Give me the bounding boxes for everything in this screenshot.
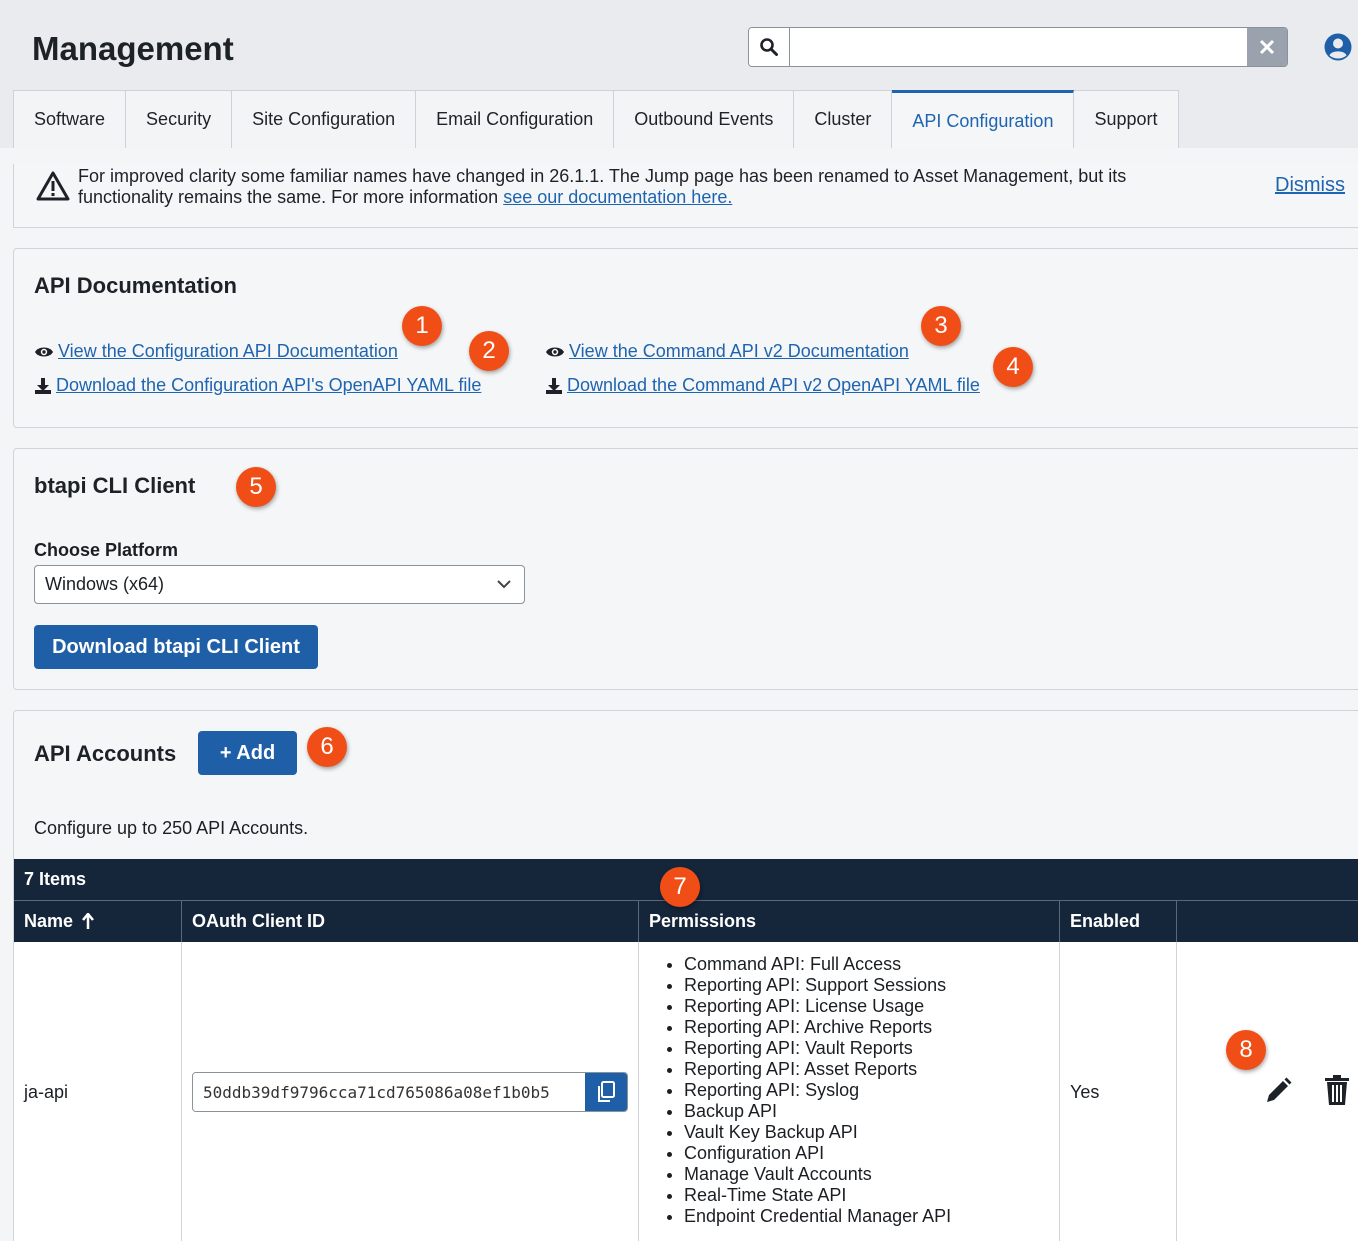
tab-software[interactable]: Software (13, 90, 127, 149)
search-input[interactable] (790, 28, 1247, 66)
tab-bar: Software Security Site Configuration Ema… (13, 90, 1179, 149)
search-icon (760, 38, 778, 56)
download-config-yaml-link[interactable]: Download the Configuration API's OpenAPI… (34, 375, 481, 396)
eye-icon (35, 347, 53, 356)
list-item: Reporting API: Vault Reports (684, 1038, 951, 1059)
list-item: Real-Time State API (684, 1185, 951, 1206)
download-icon (35, 377, 51, 394)
search-button[interactable] (749, 28, 790, 66)
callout-badge-4: 4 (993, 347, 1033, 387)
list-item: Command API: Full Access (684, 954, 951, 975)
delete-trash-icon[interactable] (1324, 1074, 1350, 1106)
view-config-api-doc-label: View the Configuration API Documentation (58, 341, 398, 361)
view-config-api-doc-link[interactable]: View the Configuration API Documentation (34, 341, 398, 362)
eye-icon (546, 347, 564, 356)
permissions-cell: Command API: Full Access Reporting API: … (639, 942, 1060, 1241)
copy-client-id-button[interactable] (585, 1073, 627, 1111)
platform-select-value: Windows (x64) (45, 574, 165, 594)
tab-cluster[interactable]: Cluster (794, 90, 893, 149)
client-id-field (192, 1072, 628, 1112)
callout-badge-6: 6 (307, 727, 347, 767)
download-command-yaml-label: Download the Command API v2 OpenAPI YAML… (567, 375, 980, 395)
close-icon (1259, 39, 1275, 55)
client-id-cell (182, 942, 639, 1241)
tab-security[interactable]: Security (126, 90, 233, 149)
user-avatar-icon[interactable] (1323, 32, 1353, 62)
callout-badge-8: 8 (1226, 1030, 1266, 1070)
page-title: Management (32, 30, 234, 67)
tab-outbound-events[interactable]: Outbound Events (614, 90, 795, 149)
list-item: Endpoint Credential Manager API (684, 1206, 951, 1227)
chevron-down-icon (497, 580, 511, 589)
notice-banner: For improved clarity some familiar names… (13, 164, 1358, 228)
dismiss-link[interactable]: Dismiss (1275, 174, 1345, 197)
column-header-client-id[interactable]: OAuth Client ID (182, 901, 639, 942)
list-item: Reporting API: Support Sessions (684, 975, 951, 996)
notice-text: For improved clarity some familiar names… (78, 166, 1178, 208)
tab-site-configuration[interactable]: Site Configuration (232, 90, 417, 149)
column-header-actions (1177, 901, 1358, 942)
list-item: Reporting API: Asset Reports (684, 1059, 951, 1080)
download-command-yaml-link[interactable]: Download the Command API v2 OpenAPI YAML… (545, 375, 980, 396)
list-item: Reporting API: Archive Reports (684, 1017, 951, 1038)
copy-icon (598, 1081, 615, 1102)
api-accounts-card: API Accounts + Add Configure up to 250 A… (13, 710, 1358, 1241)
tab-api-configuration[interactable]: API Configuration (892, 90, 1075, 149)
callout-badge-2: 2 (469, 331, 509, 371)
warning-icon (36, 171, 70, 201)
list-item: Reporting API: License Usage (684, 996, 951, 1017)
edit-pencil-icon[interactable] (1263, 1076, 1293, 1106)
tab-support[interactable]: Support (1074, 90, 1179, 149)
list-item: Manage Vault Accounts (684, 1164, 951, 1185)
enabled-cell: Yes (1060, 942, 1177, 1241)
actions-cell (1177, 942, 1358, 1241)
permissions-list: Command API: Full Access Reporting API: … (649, 954, 951, 1227)
btapi-cli-card: btapi CLI Client Choose Platform Windows… (13, 448, 1358, 690)
download-cli-button[interactable]: Download btapi CLI Client (34, 625, 318, 669)
table-header: Name OAuth Client ID Permissions Enabled (14, 901, 1358, 942)
choose-platform-label: Choose Platform (34, 540, 179, 560)
accounts-helper-text: Configure up to 250 API Accounts. (34, 818, 309, 838)
column-header-name-label: Name (24, 911, 74, 931)
list-item: Configuration API (684, 1143, 951, 1164)
api-documentation-title: API Documentation (34, 273, 237, 298)
tab-email-configuration[interactable]: Email Configuration (416, 90, 615, 149)
callout-badge-5: 5 (236, 467, 276, 507)
view-command-api-doc-link[interactable]: View the Command API v2 Documentation (545, 341, 909, 362)
download-icon (546, 377, 562, 394)
documentation-link[interactable]: see our documentation here. (503, 187, 732, 207)
sort-ascending-icon (82, 912, 94, 929)
list-item: Vault Key Backup API (684, 1122, 951, 1143)
clear-search-button[interactable] (1247, 28, 1287, 66)
search-bar (748, 27, 1288, 67)
column-header-permissions[interactable]: Permissions (639, 901, 1060, 942)
api-accounts-title: API Accounts (34, 741, 177, 766)
callout-badge-3: 3 (921, 306, 961, 346)
btapi-cli-title: btapi CLI Client (34, 473, 196, 498)
api-documentation-card: API Documentation View the Configuration… (13, 248, 1358, 428)
platform-select[interactable]: Windows (x64) (34, 565, 525, 604)
column-header-name[interactable]: Name (14, 901, 182, 942)
list-item: Backup API (684, 1101, 951, 1122)
callout-badge-1: 1 (402, 306, 442, 346)
download-config-yaml-label: Download the Configuration API's OpenAPI… (56, 375, 482, 395)
list-item: Reporting API: Syslog (684, 1080, 951, 1101)
header: Management (0, 0, 1358, 92)
callout-badge-7: 7 (660, 867, 700, 907)
add-account-button[interactable]: + Add (198, 731, 297, 775)
accounts-table: 7 Items Name OAuth Client ID Permissions… (14, 859, 1358, 1241)
table-row: ja-api Command API: Full Access Reportin… (14, 942, 1358, 1241)
column-header-enabled[interactable]: Enabled (1060, 901, 1177, 942)
account-name: ja-api (14, 942, 182, 1241)
client-id-input[interactable] (193, 1073, 585, 1111)
view-command-api-doc-label: View the Command API v2 Documentation (569, 341, 909, 361)
main-content: For improved clarity some familiar names… (0, 148, 1358, 1241)
